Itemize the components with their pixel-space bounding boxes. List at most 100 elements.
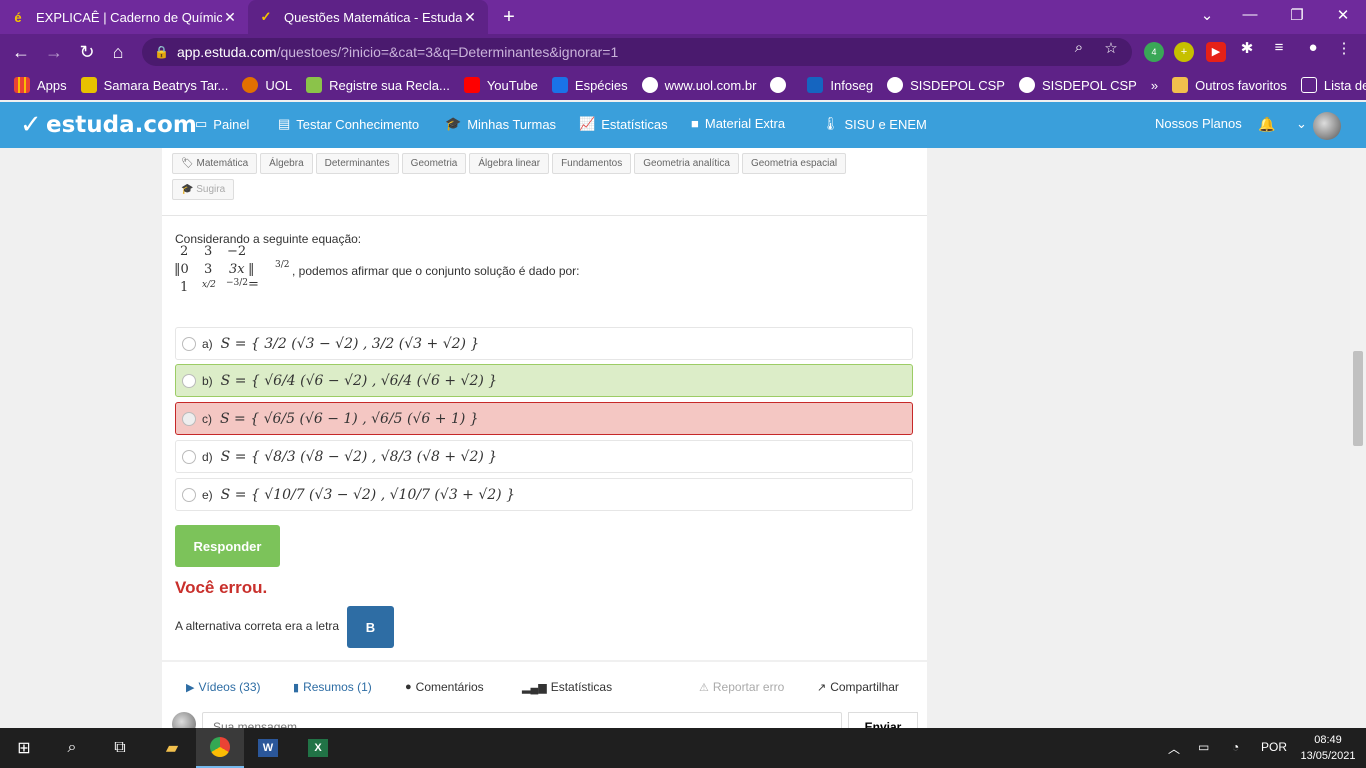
language-indicator[interactable]: POR	[1261, 740, 1287, 754]
task-view-icon[interactable]: ⧉	[96, 728, 144, 768]
tab-videos[interactable]: ▶ Vídeos (33)	[186, 680, 261, 694]
graduation-cap-icon: 🎓	[445, 116, 462, 131]
nav-estatisticas[interactable]: 📈 Estatísticas	[579, 116, 668, 132]
menu-icon[interactable]: ⋮	[1334, 39, 1354, 57]
nav-painel[interactable]: ▭ Painel	[195, 116, 249, 132]
bookmark-uolcom[interactable]: www.uol.com.br	[641, 77, 756, 93]
nav-sisu[interactable]: 🌡 SISU e ENEM	[822, 116, 927, 132]
tag-matematica[interactable]: 🏷 Matemática	[172, 153, 258, 174]
youtube-icon	[463, 77, 480, 93]
forward-icon[interactable]: →	[42, 40, 66, 64]
estuda-logo[interactable]: ✓ estuda.com	[20, 110, 197, 140]
reload-icon[interactable]: ↻	[75, 40, 99, 64]
excel-icon[interactable]: X	[294, 728, 342, 768]
tab-explicae[interactable]: é EXPLICAÊ | Caderno de Química ✕	[0, 0, 248, 34]
word-icon[interactable]: W	[244, 728, 292, 768]
tag-geometria[interactable]: Geometria	[401, 153, 467, 174]
radio-a[interactable]	[182, 336, 196, 351]
battery-icon[interactable]: ▭	[1198, 740, 1209, 754]
clock[interactable]: 08:49 13/05/2021	[1296, 732, 1360, 764]
maximize-icon[interactable]: ❐	[1285, 6, 1309, 24]
plus-extension-icon[interactable]: +	[1174, 42, 1194, 62]
option-c[interactable]: c) S = { √6/5 (√6 − 1) , √6/5 (√6 + 1) }	[175, 402, 913, 435]
respond-button[interactable]: Responder	[175, 525, 280, 567]
bookmark-youtube[interactable]: YouTube	[463, 77, 538, 93]
tag-fundamentos[interactable]: Fundamentos	[552, 153, 632, 174]
profile-dropdown-icon[interactable]: ⌄	[1195, 6, 1219, 24]
tag-determinantes[interactable]: Determinantes	[315, 153, 399, 174]
bookmark-other-favorites[interactable]: Outros favoritos	[1172, 77, 1287, 93]
option-b[interactable]: b) S = { √6/4 (√6 − √2) , √6/4 (√6 + √2)…	[175, 364, 913, 397]
bookmark-star-icon[interactable]: ☆	[1101, 39, 1121, 57]
bookmark-reading-list[interactable]: Lista de leitura	[1300, 77, 1366, 93]
home-icon[interactable]: ⌂	[106, 40, 130, 64]
user-avatar[interactable]	[1313, 112, 1341, 140]
zoom-search-icon[interactable]: ⌕	[1069, 39, 1089, 56]
option-e[interactable]: e) S = { √10/7 (√3 − √2) , √10/7 (√3 + √…	[175, 478, 913, 511]
tag-label: Fundamentos	[561, 158, 623, 169]
bookmark-sisdepol-2[interactable]: SISDEPOL CSP	[1018, 77, 1137, 93]
explicae-icon: é	[14, 9, 22, 25]
bookmark-infoseg[interactable]: Infoseg	[807, 77, 873, 93]
scrollbar-thumb[interactable]	[1353, 351, 1363, 446]
bell-icon[interactable]: 🔔	[1258, 116, 1275, 133]
tag-geometria-espacial[interactable]: Geometria espacial	[741, 153, 847, 174]
extensions-icon[interactable]: ✱	[1237, 39, 1257, 57]
tag-geometria-analitica[interactable]: Geometria analítica	[634, 153, 739, 174]
share-link[interactable]: ↗ Compartilhar	[817, 680, 899, 694]
comment-icon: ●	[405, 681, 412, 693]
bookmark-especies[interactable]: Espécies	[551, 77, 628, 93]
new-tab-button[interactable]: +	[498, 6, 520, 28]
tag-algebra[interactable]: Álgebra	[260, 153, 313, 174]
tag-algebra-linear[interactable]: Álgebra linear	[469, 153, 550, 174]
shield-extension-icon[interactable]: 4	[1144, 42, 1164, 62]
matrix-cell: ‖0	[174, 262, 189, 277]
bookmarks-more[interactable]: »	[1151, 78, 1158, 93]
send-button[interactable]: Enviar	[848, 712, 918, 728]
radio-d[interactable]	[182, 449, 196, 464]
message-input[interactable]	[202, 712, 842, 728]
bookmark-uol[interactable]: UOL	[242, 77, 292, 93]
chevron-down-icon[interactable]: ⌄	[1296, 116, 1307, 132]
minimize-icon[interactable]: —	[1238, 6, 1262, 23]
bookmark-label: »	[1150, 77, 1159, 93]
bookmark-globe[interactable]	[770, 77, 793, 93]
globe-icon	[641, 77, 658, 93]
option-a[interactable]: a) S = { 3/2 (√3 − √2) , 3/2 (√3 + √2) }	[175, 327, 913, 360]
file-explorer-icon[interactable]: ▰	[148, 728, 196, 768]
radio-c[interactable]	[182, 411, 196, 426]
tab-estatisticas[interactable]: ▂▄▆ Estatísticas	[522, 680, 612, 694]
bookmark-apps[interactable]: Apps	[14, 77, 67, 93]
nav-planos[interactable]: Nossos Planos	[1155, 116, 1242, 131]
matrix-cell: ‖ =	[248, 262, 259, 292]
nav-turmas[interactable]: 🎓 Minhas Turmas	[445, 116, 556, 132]
profile-icon[interactable]: ●	[1303, 39, 1323, 56]
nav-testar[interactable]: ▤ Testar Conhecimento	[278, 116, 419, 132]
windows-taskbar: ⊞ ⌕ ⧉ ▰ W X ︿ ▭ ◔ POR 08:49 13/05/2021	[0, 728, 1366, 768]
wifi-icon[interactable]: ◔	[1232, 740, 1239, 754]
nav-material[interactable]: ■ Material Extra	[691, 116, 785, 131]
tab-resumos[interactable]: ▮ Resumos (1)	[293, 680, 372, 694]
back-icon[interactable]: ←	[9, 40, 33, 64]
windows-start-icon[interactable]: ⊞	[0, 728, 48, 768]
youtube-extension-icon[interactable]: ▶	[1206, 42, 1226, 62]
option-d[interactable]: d) S = { √8/3 (√8 − √2) , √8/3 (√8 + √2)…	[175, 440, 913, 473]
bookmark-reclame[interactable]: Registre sua Recla...	[306, 77, 450, 93]
close-icon[interactable]: ✕	[462, 9, 478, 26]
bookmark-samara[interactable]: Samara Beatrys Tar...	[80, 77, 228, 93]
chrome-icon[interactable]	[196, 728, 244, 768]
page-scrollbar[interactable]	[1350, 148, 1366, 728]
radio-e[interactable]	[182, 487, 196, 502]
suggest-tag-button[interactable]: 🎓 Sugira	[172, 179, 235, 200]
close-icon[interactable]: ✕	[222, 9, 238, 26]
tab-estuda[interactable]: ✓ Questões Matemática - Estuda.co ✕	[248, 0, 488, 34]
report-error-link[interactable]: ⚠ Reportar erro	[699, 680, 784, 694]
bookmark-sisdepol-1[interactable]: SISDEPOL CSP	[887, 77, 1005, 93]
search-icon[interactable]: ⌕	[48, 728, 96, 768]
window-close-icon[interactable]: ✕	[1331, 6, 1355, 24]
radio-b[interactable]	[182, 373, 196, 388]
tab-comentarios[interactable]: ● Comentários	[405, 680, 484, 694]
address-bar[interactable]: 🔒 app.estuda.com/questoes/?inicio=&cat=3…	[142, 38, 1132, 66]
media-control-icon[interactable]: ≡	[1269, 39, 1289, 56]
tray-chevron-icon[interactable]: ︿	[1168, 740, 1180, 757]
